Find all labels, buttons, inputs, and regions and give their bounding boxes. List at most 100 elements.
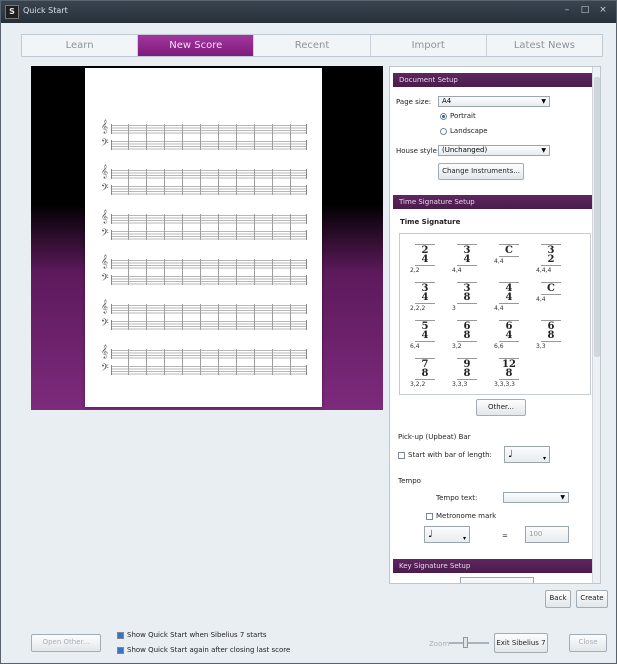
staff-system: 𝄞 𝄢 — [101, 165, 307, 201]
beam-grouping-label: 4,4 — [494, 258, 504, 265]
time-signature-glyph: 12 8 — [499, 358, 519, 380]
pickup-bar-checkbox[interactable] — [398, 451, 405, 459]
pickup-note-select: ♩ ▾ — [504, 446, 550, 463]
time-signature-option[interactable]: C 4,4 — [494, 244, 524, 280]
barlines — [111, 169, 307, 195]
time-signature-option[interactable]: 7 8 3,2,2 — [410, 358, 440, 394]
house-style-label: House style — [396, 147, 437, 155]
zoom-label: Zoom — [429, 640, 450, 648]
bpm-input: 100 — [525, 526, 569, 543]
beam-grouping-label: 2,2 — [410, 267, 420, 274]
time-signature-option[interactable]: C 4,4 — [536, 282, 566, 318]
landscape-option[interactable]: Landscape — [440, 127, 488, 135]
tempo-text-label: Tempo text: — [436, 494, 478, 502]
time-signature-denominator: 4 — [505, 292, 513, 303]
time-signature-glyph: 64 — [499, 320, 519, 342]
time-signature-option[interactable]: 6 8 3,2 — [452, 320, 482, 356]
close-window-button[interactable]: × — [594, 4, 612, 18]
time-signature-glyph: 34 — [457, 244, 477, 266]
time-signature-glyph: 38 — [457, 282, 477, 304]
treble-clef-icon: 𝄞 — [101, 119, 109, 133]
change-instruments-button[interactable]: Change Instruments... — [438, 163, 524, 180]
quarter-note-icon: ♩ — [508, 449, 513, 460]
portrait-option[interactable]: Portrait — [440, 112, 476, 120]
pickup-bar-label: Pick-up (Upbeat) Bar — [398, 433, 471, 441]
key-signature-setup-header: Key Signature Setup — [393, 559, 593, 573]
scrollbar-thumb[interactable] — [594, 77, 600, 357]
tempo-text-select[interactable]: ▼ — [503, 492, 569, 503]
time-signature-glyph: 44 — [499, 282, 519, 304]
tab-learn[interactable]: Learn — [22, 35, 139, 56]
time-signature-option[interactable]: 5 4 6,4 — [410, 320, 440, 356]
tab-recent[interactable]: Recent — [254, 35, 371, 56]
treble-clef-icon: 𝄞 — [101, 254, 109, 268]
create-button[interactable]: Create — [576, 590, 608, 608]
beam-grouping-label: 6,6 — [494, 343, 504, 350]
beam-grouping-label: 3,3 — [536, 343, 546, 350]
time-signature-glyph: C — [541, 282, 561, 295]
show-on-start-checkbox[interactable] — [117, 631, 124, 639]
bass-clef-icon: 𝄢 — [101, 317, 109, 331]
portrait-radio[interactable] — [440, 112, 447, 120]
close-button[interactable]: Close — [569, 634, 607, 652]
barlines — [111, 124, 307, 150]
beam-grouping-label: 6,4 — [410, 343, 420, 350]
treble-clef-icon: 𝄞 — [101, 299, 109, 313]
other-time-signature-button[interactable]: Other... — [476, 399, 526, 416]
key-signature-select[interactable] — [460, 577, 534, 583]
landscape-radio[interactable] — [440, 127, 447, 135]
title-bar: S Quick Start – □ × — [1, 1, 616, 23]
time-signature-option[interactable]: 6 8 3,3 — [536, 320, 566, 356]
staff-system: 𝄞 𝄢 — [101, 255, 307, 291]
show-on-start-label: Show Quick Start when Sibelius 7 starts — [127, 631, 267, 639]
open-other-button[interactable]: Open Other... — [31, 634, 101, 652]
score-preview: 𝄞 𝄢 𝄞 𝄢 𝄞 𝄢 𝄞 𝄢 𝄞 𝄢 𝄞 𝄢 — [31, 66, 383, 410]
time-signature-denominator: 8 — [421, 368, 429, 379]
house-style-select[interactable]: (Unchanged) ▼ — [438, 145, 550, 156]
metronome-option[interactable]: Metronome mark — [426, 512, 496, 520]
beam-grouping-label: 2,2,2 — [410, 305, 426, 312]
window-controls: – □ × — [558, 4, 612, 18]
metronome-checkbox[interactable] — [426, 512, 433, 520]
chevron-down-icon: ▼ — [560, 494, 565, 501]
chevron-down-icon: ▼ — [541, 98, 546, 105]
pickup-bar-option[interactable]: Start with bar of length: — [398, 451, 492, 459]
back-button[interactable]: Back — [545, 590, 571, 608]
show-after-close-option[interactable]: Show Quick Start again after closing las… — [117, 646, 290, 654]
bass-clef-icon: 𝄢 — [101, 362, 109, 376]
time-signature-option[interactable]: 2 4 2,2 — [410, 244, 440, 280]
time-signature-option[interactable]: 383 — [452, 282, 482, 318]
setup-panel-scrollbar[interactable] — [592, 67, 600, 583]
time-signature-denominator: 8 — [463, 292, 471, 303]
time-signature-option[interactable]: 3 2 4,4,4 — [536, 244, 566, 280]
tab-new-score[interactable]: New Score — [138, 35, 255, 56]
zoom-slider[interactable] — [449, 637, 489, 648]
time-signature-glyph: 32 — [541, 244, 561, 266]
time-signature-denominator: 8 — [505, 368, 513, 379]
time-signature-option[interactable]: 4 4 4,4 — [494, 282, 524, 318]
show-on-start-option[interactable]: Show Quick Start when Sibelius 7 starts — [117, 631, 267, 639]
sibelius-icon: S — [5, 5, 19, 19]
time-signature-option[interactable]: 9 8 3,3,3 — [452, 358, 482, 394]
minimize-button[interactable]: – — [558, 4, 576, 18]
beam-grouping-label: 3,2 — [452, 343, 462, 350]
beam-grouping-label: 4,4 — [452, 267, 462, 274]
page-size-select[interactable]: A4 ▼ — [438, 96, 550, 107]
show-after-close-checkbox[interactable] — [117, 646, 124, 654]
tab-latest-news[interactable]: Latest News — [487, 35, 602, 56]
time-signature-glyph: 68 — [541, 320, 561, 342]
exit-sibelius-button[interactable]: Exit Sibelius 7 — [494, 633, 548, 653]
time-signature-option[interactable]: 3 4 2,2,2 — [410, 282, 440, 318]
time-signature-glyph: 98 — [457, 358, 477, 380]
zoom-slider-thumb[interactable] — [463, 637, 468, 648]
house-style-value: (Unchanged) — [442, 146, 488, 154]
time-signature-option[interactable]: 6 4 6,6 — [494, 320, 524, 356]
chevron-down-icon: ▼ — [541, 147, 546, 154]
time-signature-glyph: 34 — [415, 282, 435, 304]
treble-clef-icon: 𝄞 — [101, 344, 109, 358]
tab-import[interactable]: Import — [371, 35, 487, 56]
maximize-button[interactable]: □ — [576, 4, 594, 18]
treble-clef-icon: 𝄞 — [101, 209, 109, 223]
time-signature-option[interactable]: 3 4 4,4 — [452, 244, 482, 280]
time-signature-option[interactable]: 12 8 3,3,3,3 — [494, 358, 524, 394]
